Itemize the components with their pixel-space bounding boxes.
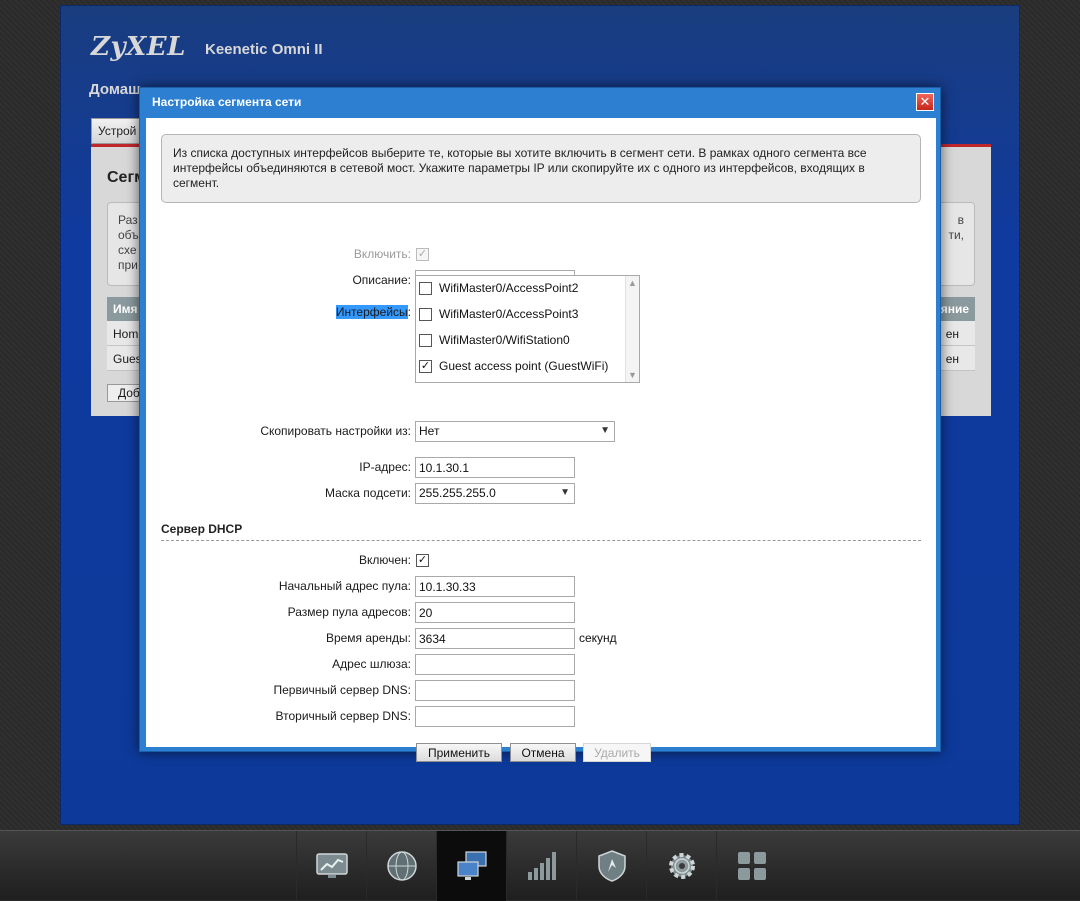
interfaces-scrollbar[interactable]: ▲ ▼ bbox=[625, 276, 639, 382]
dock-system-button[interactable] bbox=[646, 831, 716, 901]
apps-grid-icon bbox=[737, 852, 766, 880]
dialog-title: Настройка сегмента сети bbox=[152, 95, 302, 109]
close-button[interactable]: ✕ bbox=[916, 93, 934, 111]
signal-bars-icon bbox=[527, 852, 556, 880]
chevron-down-icon: ▼ bbox=[600, 425, 610, 436]
interface-checkbox[interactable] bbox=[419, 308, 432, 321]
dhcp-enabled-checkbox[interactable]: ✓ bbox=[416, 554, 429, 567]
cancel-button[interactable]: Отмена bbox=[510, 743, 576, 762]
info-fragment-right: в bbox=[957, 213, 964, 227]
row-name: Hom bbox=[113, 327, 139, 341]
gear-icon bbox=[668, 853, 695, 879]
network-computers-icon bbox=[456, 851, 487, 880]
row-status: ен bbox=[945, 352, 959, 366]
dock-internet-button[interactable] bbox=[366, 831, 436, 901]
dns1-label: Первичный сервер DNS: bbox=[273, 683, 411, 697]
pool-size-label: Размер пула адресов: bbox=[287, 605, 411, 619]
dhcp-section-title: Сервер DHCP bbox=[161, 522, 243, 536]
pool-start-input[interactable] bbox=[415, 576, 575, 597]
info-fragment: при bbox=[118, 258, 138, 272]
ip-label: IP-адрес: bbox=[359, 460, 411, 474]
intro-text: Из списка доступных интерфейсов выберите… bbox=[161, 134, 921, 203]
dock-apps-button[interactable] bbox=[716, 831, 786, 901]
lease-time-input[interactable] bbox=[415, 628, 575, 649]
info-fragment: схе bbox=[118, 243, 137, 257]
info-fragment-right: ти, bbox=[948, 228, 964, 242]
lease-unit: секунд bbox=[579, 631, 617, 645]
interface-label: WifiMaster0/AccessPoint2 bbox=[439, 281, 579, 295]
page-heading: Домаш bbox=[89, 81, 141, 98]
dock-monitor-button[interactable] bbox=[296, 831, 366, 901]
list-item[interactable]: WifiMaster0/AccessPoint2 bbox=[419, 279, 619, 299]
dock-wifi-button[interactable] bbox=[506, 831, 576, 901]
shield-icon bbox=[597, 850, 626, 882]
model-name: Keenetic Omni II bbox=[205, 41, 323, 58]
gateway-label: Адрес шлюза: bbox=[332, 657, 411, 671]
interface-checkbox[interactable] bbox=[419, 282, 432, 295]
interface-label: WifiMaster0/WifiStation0 bbox=[439, 333, 570, 347]
copy-settings-label: Скопировать настройки из: bbox=[260, 424, 411, 438]
interfaces-label-colon: : bbox=[407, 305, 411, 319]
bottom-dock bbox=[0, 830, 1080, 901]
apply-button[interactable]: Применить bbox=[416, 743, 502, 762]
copy-settings-value: Нет bbox=[419, 424, 440, 438]
delete-button[interactable]: Удалить bbox=[583, 743, 651, 762]
pool-start-label: Начальный адрес пула: bbox=[278, 579, 411, 593]
interface-label: WifiMaster0/AccessPoint3 bbox=[439, 307, 579, 321]
list-item[interactable]: WifiMaster0/AccessPoint3 bbox=[419, 305, 619, 325]
list-item[interactable]: ✓ Guest access point (GuestWiFi) bbox=[419, 357, 624, 377]
copy-settings-select[interactable]: Нет ▼ bbox=[415, 421, 615, 442]
brand-logo: ZyXEL bbox=[91, 32, 186, 62]
dns1-input[interactable] bbox=[415, 680, 575, 701]
table-header-name: Имя bbox=[113, 302, 138, 316]
lease-label: Время аренды: bbox=[325, 631, 411, 645]
dock-home-network-button[interactable] bbox=[436, 831, 506, 901]
scroll-up-icon[interactable]: ▲ bbox=[628, 278, 637, 288]
mask-label: Маска подсети: bbox=[324, 486, 411, 500]
subnet-mask-value: 255.255.255.0 bbox=[419, 486, 496, 500]
list-item[interactable]: WifiMaster0/WifiStation0 bbox=[419, 331, 619, 351]
monitor-chart-icon bbox=[315, 853, 348, 878]
dhcp-enabled-label: Включен: bbox=[358, 553, 411, 567]
interfaces-label: Интерфейсы: bbox=[151, 305, 411, 319]
row-name: Gues bbox=[113, 352, 142, 366]
globe-icon bbox=[386, 851, 417, 881]
dialog-body: Из списка доступных интерфейсов выберите… bbox=[146, 118, 936, 762]
close-icon: ✕ bbox=[919, 94, 931, 109]
interfaces-label-text: Интерфейсы bbox=[335, 305, 408, 319]
segment-settings-dialog: Настройка сегмента сети ✕ Из списка дост… bbox=[139, 87, 941, 762]
subnet-mask-select[interactable]: 255.255.255.0 ▼ bbox=[415, 483, 575, 504]
dock-security-button[interactable] bbox=[576, 831, 646, 901]
section-divider bbox=[161, 540, 921, 541]
row-status: ен bbox=[945, 327, 959, 341]
enable-checkbox[interactable]: ✓ bbox=[416, 248, 429, 261]
chevron-down-icon: ▼ bbox=[560, 487, 570, 498]
interface-checkbox[interactable]: ✓ bbox=[419, 360, 432, 373]
interface-label: Guest access point (GuestWiFi) bbox=[439, 359, 609, 373]
add-segment-label: Доб bbox=[118, 386, 140, 400]
interfaces-list[interactable]: WifiMaster0/AccessPoint2 WifiMaster0/Acc… bbox=[415, 275, 640, 383]
ip-address-input[interactable] bbox=[415, 457, 575, 478]
info-fragment: объ bbox=[118, 228, 139, 242]
scroll-down-icon[interactable]: ▼ bbox=[628, 370, 637, 380]
enable-label: Включить: bbox=[353, 247, 411, 261]
description-label: Описание: bbox=[352, 273, 411, 287]
gateway-input[interactable] bbox=[415, 654, 575, 675]
dns2-input[interactable] bbox=[415, 706, 575, 727]
interface-checkbox[interactable] bbox=[419, 334, 432, 347]
pool-size-input[interactable] bbox=[415, 602, 575, 623]
info-fragment: Раз bbox=[118, 213, 138, 227]
dns2-label: Вторичный сервер DNS: bbox=[275, 709, 412, 723]
